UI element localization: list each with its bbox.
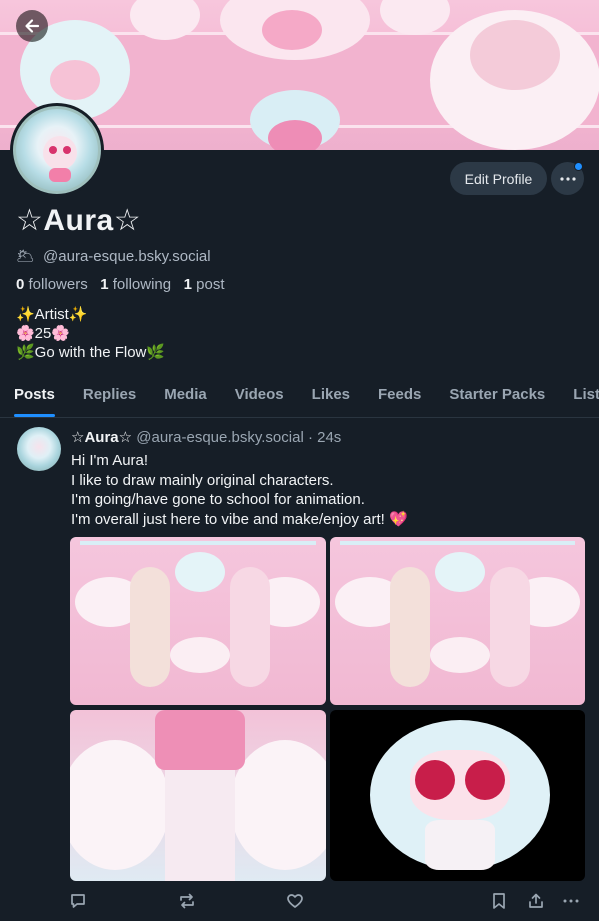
bio-line: 🌸25🌸 — [16, 325, 71, 342]
post-author-avatar[interactable] — [17, 427, 61, 471]
profile-avatar[interactable] — [10, 103, 104, 197]
reply-icon — [71, 894, 85, 908]
repost-icon — [180, 893, 194, 909]
tab-starter-packs[interactable]: Starter Packs — [435, 374, 559, 417]
bio-line: 🌿Go with the Flow🌿 — [16, 344, 166, 361]
posts-count: 1 post — [183, 276, 225, 293]
followers-link[interactable]: 0 followers — [16, 276, 88, 293]
notification-dot — [574, 162, 583, 171]
back-arrow-icon — [25, 19, 40, 33]
share-button[interactable] — [525, 890, 547, 912]
post-more-button[interactable] — [560, 890, 582, 912]
reply-button[interactable] — [67, 890, 89, 912]
post-line: I'm overall just here to vibe and make/e… — [71, 510, 408, 528]
repost-button[interactable] — [176, 890, 198, 912]
bookmark-button[interactable] — [488, 890, 510, 912]
post-line: Hi I'm Aura! — [71, 452, 149, 469]
post-actions — [0, 890, 599, 914]
tab-feeds[interactable]: Feeds — [364, 374, 435, 417]
handle-emoji: 🌥 — [16, 248, 36, 265]
post-line: I like to draw mainly original character… — [71, 471, 334, 489]
post-header: ☆Aura☆ @aura-esque.bsky.social · 24s — [71, 428, 341, 446]
tab-media[interactable]: Media — [150, 374, 221, 417]
post-image-grid — [70, 537, 585, 881]
post-image-4[interactable] — [330, 710, 585, 881]
back-button[interactable] — [16, 10, 48, 42]
edit-profile-label: Edit Profile — [464, 170, 533, 187]
bookmark-icon — [493, 893, 505, 909]
like-icon — [287, 894, 303, 908]
display-name: ☆Aura☆ — [16, 204, 142, 237]
post-image-3[interactable] — [70, 710, 326, 881]
profile-stats: 0 followers 1 following 1 post — [16, 276, 225, 293]
profile-bio: ✨Artist✨ 🌸25🌸 🌿Go with the Flow🌿 — [16, 305, 165, 362]
profile-handle[interactable]: @aura-esque.bsky.social — [43, 248, 211, 265]
edit-profile-button[interactable]: Edit Profile — [450, 162, 547, 195]
post-author-name[interactable]: ☆Aura☆ — [71, 429, 132, 446]
tab-posts[interactable]: Posts — [0, 374, 69, 417]
post-image-1[interactable] — [70, 537, 326, 705]
more-icon — [563, 899, 579, 903]
like-button[interactable] — [284, 890, 306, 912]
post-line: I'm going/have gone to school for animat… — [71, 491, 365, 508]
tab-replies[interactable]: Replies — [69, 374, 150, 417]
post-body: Hi I'm Aura! I like to draw mainly origi… — [71, 451, 408, 529]
tab-videos[interactable]: Videos — [221, 374, 298, 417]
post-timestamp[interactable]: 24s — [317, 429, 341, 446]
post-image-2[interactable] — [330, 537, 585, 705]
ellipsis-icon — [559, 176, 576, 181]
post-author-handle[interactable]: @aura-esque.bsky.social — [136, 429, 304, 446]
profile-tabs: Posts Replies Media Videos Likes Feeds S… — [0, 374, 599, 418]
post-separator: · — [307, 429, 313, 446]
handle-row: 🌥 @aura-esque.bsky.social — [16, 247, 211, 266]
following-link[interactable]: 1 following — [100, 276, 171, 293]
share-icon — [529, 893, 543, 908]
bio-line: ✨Artist✨ — [16, 306, 88, 323]
tab-lists[interactable]: Lists — [559, 374, 599, 417]
tab-likes[interactable]: Likes — [298, 374, 364, 417]
